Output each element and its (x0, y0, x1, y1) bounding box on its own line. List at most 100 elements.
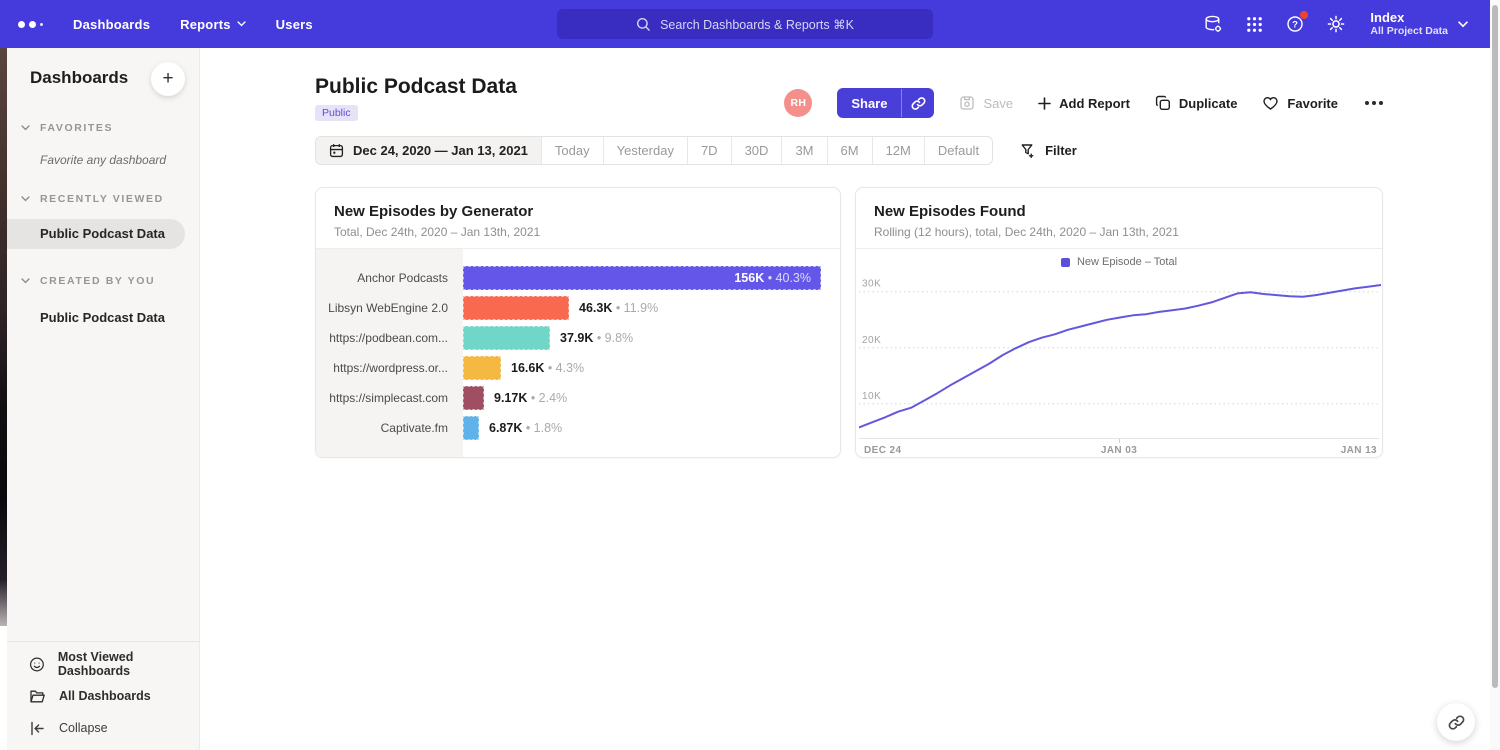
filter-button[interactable]: Filter (1020, 143, 1077, 159)
bar-row-https-wordpress-or: https://wordpress.or...16.6K • 4.3% (316, 353, 840, 383)
heart-icon (1262, 95, 1279, 111)
search-icon (636, 17, 651, 32)
scrollbar-thumb[interactable] (1492, 5, 1498, 688)
bar-category-label: https://podbean.com... (316, 331, 463, 345)
svg-text:20K: 20K (862, 335, 881, 346)
add-report-button[interactable]: Add Report (1038, 96, 1130, 111)
range-preset-12m[interactable]: 12M (872, 137, 924, 164)
range-preset-default[interactable]: Default (924, 137, 992, 164)
help-icon[interactable]: ? (1284, 13, 1306, 35)
more-menu-button[interactable] (1363, 97, 1385, 109)
background-window-sliver (0, 48, 7, 626)
collapse-icon (29, 720, 46, 737)
range-preset-7d[interactable]: 7D (687, 137, 731, 164)
share-button[interactable]: Share (837, 88, 934, 118)
brand-logo[interactable] (18, 21, 43, 28)
bar-segment[interactable] (463, 356, 501, 380)
bar-value-label: 46.3K • 11.9% (579, 301, 658, 315)
bar-segment[interactable] (463, 416, 479, 440)
favorites-empty-text: Favorite any dashboard (40, 153, 199, 167)
bar-segment[interactable]: 156K • 40.3% (463, 266, 821, 290)
sidebar-item-public-podcast-data-created[interactable]: Public Podcast Data (7, 310, 199, 325)
svg-text:?: ? (1292, 19, 1298, 30)
calendar-icon (329, 143, 344, 158)
save-icon (959, 95, 975, 111)
all-dashboards-button[interactable]: All Dashboards (7, 680, 199, 712)
sidebar: Dashboards + FAVORITES Favorite any dash… (7, 48, 200, 750)
bar-value-label: 37.9K • 9.8% (560, 331, 633, 345)
bar-category-label: Captivate.fm (316, 421, 463, 435)
sidebar-footer: Most Viewed Dashboards All Dashboards Co… (7, 641, 199, 744)
card-subtitle: Total, Dec 24th, 2020 – Jan 13th, 2021 (334, 225, 822, 239)
collapse-sidebar-button[interactable]: Collapse (7, 712, 199, 744)
most-viewed-dashboards-button[interactable]: Most Viewed Dashboards (7, 648, 199, 680)
search-input[interactable]: Search Dashboards & Reports ⌘K (557, 9, 933, 39)
range-preset-30d[interactable]: 30D (731, 137, 782, 164)
share-link-icon[interactable] (902, 88, 934, 118)
date-presets: TodayYesterday7D30D3M6M12MDefault (541, 137, 992, 164)
card-title: New Episodes Found (874, 203, 1364, 220)
line-series[interactable] (859, 285, 1381, 427)
page-title: Public Podcast Data (315, 75, 517, 99)
x-axis-tick (1119, 439, 1120, 443)
section-created-by-you[interactable]: CREATED BY YOU (21, 275, 199, 287)
section-favorites[interactable]: FAVORITES (21, 122, 199, 134)
copy-link-fab[interactable] (1437, 703, 1475, 741)
card-title: New Episodes by Generator (334, 203, 822, 220)
card-new-episodes-found: New Episodes Found Rolling (12 hours), t… (855, 187, 1383, 458)
project-switcher[interactable]: Index All Project Data (1370, 10, 1468, 38)
public-badge: Public (315, 105, 358, 121)
bar-value-label: 6.87K • 1.8% (489, 421, 562, 435)
search-placeholder: Search Dashboards & Reports ⌘K (660, 17, 854, 32)
line-plot: 30K20K10K (859, 271, 1381, 438)
range-preset-today[interactable]: Today (541, 137, 603, 164)
line-chart: New Episode – Total 30K20K10K DEC 24 JAN… (856, 249, 1382, 457)
sidebar-item-public-podcast-data[interactable]: Public Podcast Data (7, 219, 185, 249)
apps-grid-icon[interactable] (1243, 13, 1265, 35)
duplicate-button[interactable]: Duplicate (1155, 95, 1238, 111)
range-preset-3m[interactable]: 3M (781, 137, 826, 164)
nav-item-users[interactable]: Users (276, 17, 313, 32)
sidebar-title: Dashboards (30, 62, 128, 88)
chevron-down-icon (1458, 21, 1468, 28)
date-bar: Dec 24, 2020 — Jan 13, 2021 TodayYesterd… (315, 136, 1077, 165)
bar-row-anchor-podcasts: Anchor Podcasts156K • 40.3% (316, 263, 840, 293)
navbar-right: ? Index All Project Data (1202, 10, 1490, 38)
range-preset-6m[interactable]: 6M (827, 137, 872, 164)
date-range-button[interactable]: Dec 24, 2020 — Jan 13, 2021 (316, 137, 541, 164)
x-axis: DEC 24 JAN 03 JAN 13 (859, 438, 1379, 457)
plus-icon (1038, 97, 1051, 110)
card-new-episodes-by-generator: New Episodes by Generator Total, Dec 24t… (315, 187, 841, 458)
legend-swatch (1061, 258, 1070, 267)
settings-gear-icon[interactable] (1325, 13, 1347, 35)
nav-item-dashboards[interactable]: Dashboards (73, 17, 150, 32)
data-source-icon[interactable] (1202, 13, 1224, 35)
header-actions: RH Share Save Add Report Duplicate (784, 88, 1385, 118)
chevron-down-icon (21, 278, 30, 284)
top-navbar: Dashboards Reports Users Search Dashboards… (0, 0, 1490, 48)
notification-badge (1300, 11, 1308, 19)
svg-text:10K: 10K (862, 391, 881, 402)
nav-item-reports[interactable]: Reports (180, 17, 246, 32)
filter-icon (1020, 143, 1036, 159)
save-button[interactable]: Save (959, 95, 1013, 111)
avatar[interactable]: RH (784, 89, 812, 117)
chevron-down-icon (21, 196, 30, 202)
bar-segment[interactable] (463, 386, 484, 410)
card-subtitle: Rolling (12 hours), total, Dec 24th, 202… (874, 225, 1364, 239)
bar-chart: Anchor Podcasts156K • 40.3% Libsyn WebEng… (316, 249, 840, 457)
bar-segment[interactable] (463, 296, 569, 320)
page-scrollbar[interactable] (1490, 0, 1500, 750)
bar-row-https-podbean-com: https://podbean.com... 37.9K • 9.8% (316, 323, 840, 353)
favorite-button[interactable]: Favorite (1262, 95, 1338, 111)
bar-segment[interactable] (463, 326, 550, 350)
section-recently-viewed[interactable]: RECENTLY VIEWED (21, 193, 199, 205)
x-tick-label: JAN 13 (1341, 445, 1377, 456)
chevron-down-icon (21, 125, 30, 131)
x-tick-label: JAN 03 (1101, 445, 1137, 456)
app-root: Dashboards Reports Users Search Dashboards… (0, 0, 1500, 750)
add-dashboard-button[interactable]: + (151, 62, 185, 96)
bar-category-label: https://wordpress.or... (316, 361, 463, 375)
bar-category-label: Libsyn WebEngine 2.0 (316, 301, 463, 315)
range-preset-yesterday[interactable]: Yesterday (603, 137, 687, 164)
